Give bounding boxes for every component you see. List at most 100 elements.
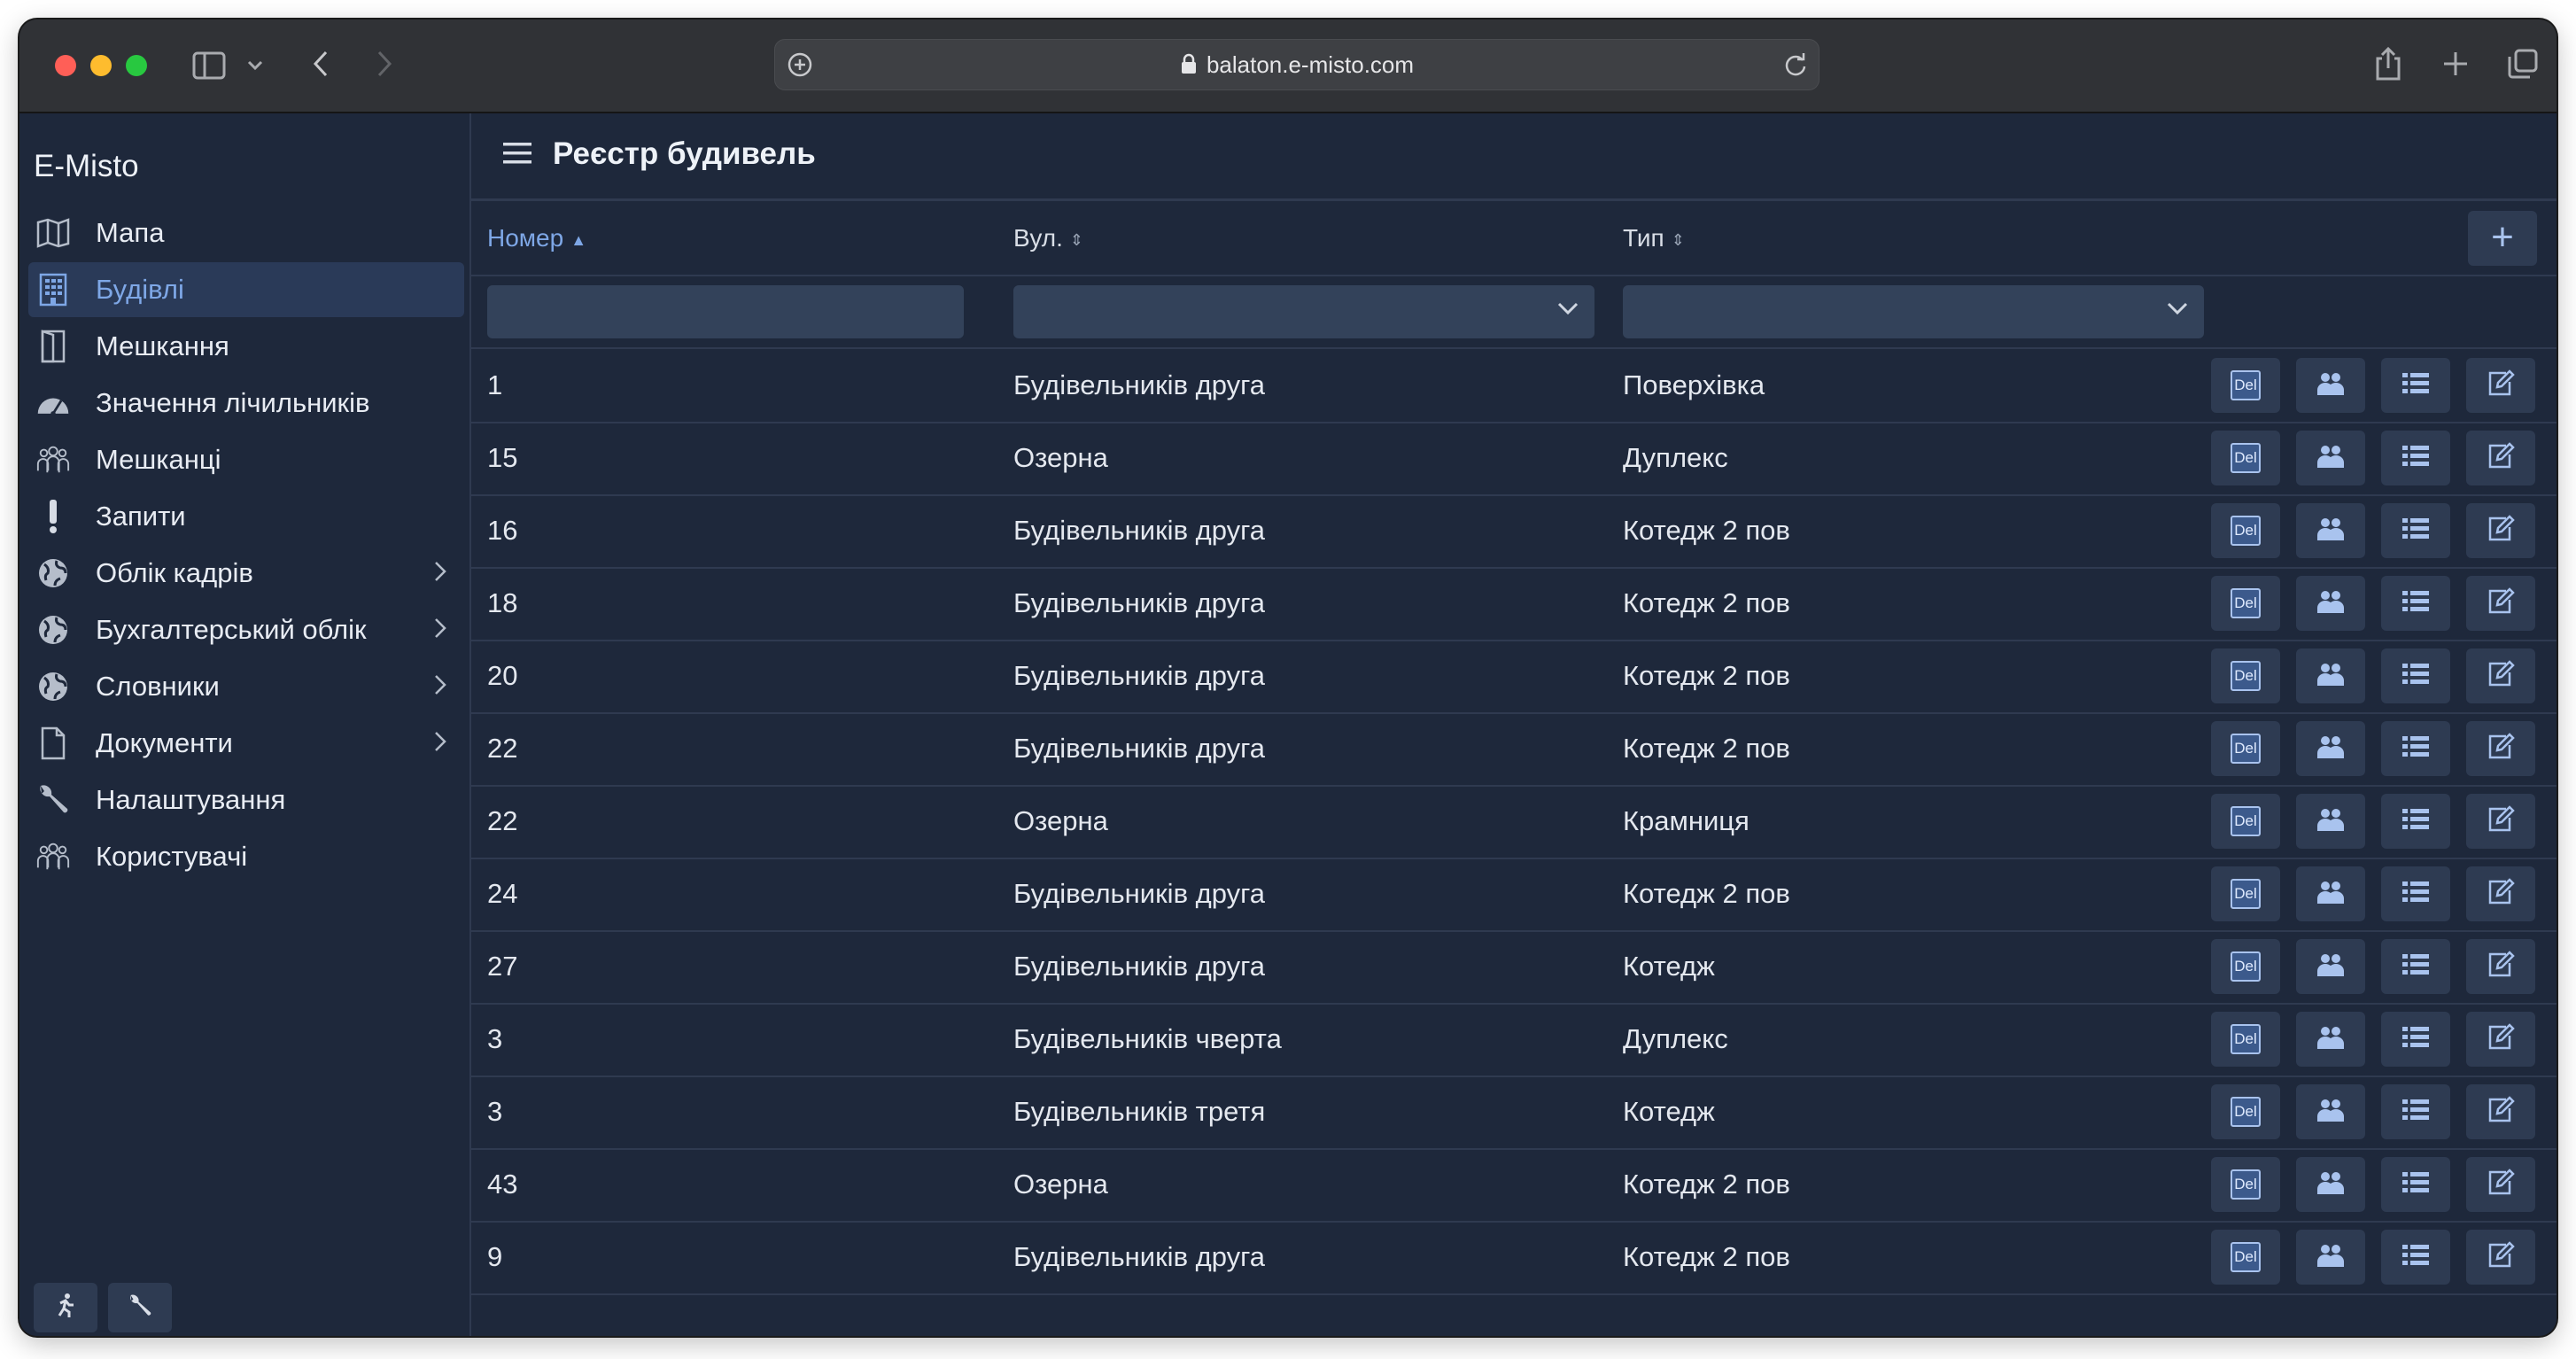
residents-button[interactable] bbox=[2296, 1084, 2365, 1139]
edit-button[interactable] bbox=[2466, 939, 2535, 994]
residents-button[interactable] bbox=[2296, 1012, 2365, 1067]
table-row[interactable]: 3 Будівельників чверта Дуплекс Del bbox=[471, 1003, 2557, 1077]
edit-button[interactable] bbox=[2466, 431, 2535, 485]
add-building-button[interactable]: + bbox=[2468, 211, 2537, 266]
new-tab-icon[interactable] bbox=[2440, 48, 2471, 80]
delete-button[interactable]: Del bbox=[2211, 1157, 2280, 1212]
table-row[interactable]: 9 Будівельників друга Котедж 2 пов Del bbox=[471, 1221, 2557, 1295]
sidebar-item-dictionaries[interactable]: Словники bbox=[28, 659, 464, 714]
sidebar-item-residents[interactable]: Мешканці bbox=[28, 432, 464, 487]
table-row[interactable]: 24 Будівельників друга Котедж 2 пов Del bbox=[471, 858, 2557, 932]
column-header-street[interactable]: Вул. ⇕ bbox=[1013, 202, 1083, 275]
app-brand[interactable]: E-Misto bbox=[34, 149, 139, 184]
details-button[interactable] bbox=[2381, 721, 2450, 776]
delete-button[interactable]: Del bbox=[2211, 1230, 2280, 1285]
close-window-button[interactable] bbox=[55, 55, 76, 76]
sidebar-item-users[interactable]: Користувачі bbox=[28, 829, 464, 884]
edit-button[interactable] bbox=[2466, 721, 2535, 776]
settings-button[interactable] bbox=[108, 1283, 172, 1332]
sidebar-item-meter-values[interactable]: Значення лічильників bbox=[28, 376, 464, 431]
edit-button[interactable] bbox=[2466, 1012, 2535, 1067]
residents-button[interactable] bbox=[2296, 503, 2365, 558]
logout-button[interactable] bbox=[34, 1283, 97, 1332]
sidebar-item-settings[interactable]: Налаштування bbox=[28, 773, 464, 827]
residents-button[interactable] bbox=[2296, 1157, 2365, 1212]
zoom-window-button[interactable] bbox=[126, 55, 147, 76]
table-row[interactable]: 22 Будівельників друга Котедж 2 пов Del bbox=[471, 712, 2557, 787]
residents-button[interactable] bbox=[2296, 1230, 2365, 1285]
details-button[interactable] bbox=[2381, 648, 2450, 703]
reload-icon[interactable] bbox=[1780, 49, 1812, 81]
details-button[interactable] bbox=[2381, 1230, 2450, 1285]
edit-button[interactable] bbox=[2466, 358, 2535, 413]
column-header-type[interactable]: Тип ⇕ bbox=[1623, 202, 1685, 275]
column-header-number[interactable]: Номер ▲ bbox=[487, 202, 586, 275]
delete-button[interactable]: Del bbox=[2211, 794, 2280, 849]
edit-button[interactable] bbox=[2466, 1084, 2535, 1139]
details-button[interactable] bbox=[2381, 503, 2450, 558]
sidebar-item-requests[interactable]: Запити bbox=[28, 489, 464, 544]
edit-button[interactable] bbox=[2466, 794, 2535, 849]
sidebar-item-apartments[interactable]: Мешкання bbox=[28, 319, 464, 374]
residents-button[interactable] bbox=[2296, 431, 2365, 485]
residents-button[interactable] bbox=[2296, 648, 2365, 703]
table-row[interactable]: 1 Будівельників друга Поверхівка Del bbox=[471, 349, 2557, 423]
tab-overview-icon[interactable] bbox=[2505, 46, 2541, 82]
edit-button[interactable] bbox=[2466, 503, 2535, 558]
residents-button[interactable] bbox=[2296, 794, 2365, 849]
details-button[interactable] bbox=[2381, 1084, 2450, 1139]
delete-button[interactable]: Del bbox=[2211, 866, 2280, 921]
share-icon[interactable] bbox=[2370, 43, 2406, 85]
details-button[interactable] bbox=[2381, 1157, 2450, 1212]
edit-button[interactable] bbox=[2466, 1230, 2535, 1285]
sidebar-item-buildings[interactable]: Будівлі bbox=[28, 262, 464, 317]
table-row[interactable]: 27 Будівельників друга Котедж Del bbox=[471, 930, 2557, 1005]
edit-button[interactable] bbox=[2466, 866, 2535, 921]
residents-button[interactable] bbox=[2296, 576, 2365, 631]
table-row[interactable]: 3 Будівельників третя Котедж Del bbox=[471, 1076, 2557, 1150]
edit-button[interactable] bbox=[2466, 1157, 2535, 1212]
table-row[interactable]: 22 Озерна Крамниця Del bbox=[471, 785, 2557, 859]
details-button[interactable] bbox=[2381, 358, 2450, 413]
minimize-window-button[interactable] bbox=[90, 55, 112, 76]
residents-button[interactable] bbox=[2296, 358, 2365, 413]
sidebar-item-hr[interactable]: Облік кадрів bbox=[28, 546, 464, 601]
number-filter-input[interactable] bbox=[487, 285, 964, 338]
edit-button[interactable] bbox=[2466, 648, 2535, 703]
delete-button[interactable]: Del bbox=[2211, 939, 2280, 994]
details-button[interactable] bbox=[2381, 1012, 2450, 1067]
sidebar-item-map[interactable]: Мапа bbox=[28, 206, 464, 260]
address-bar[interactable]: balaton.e-misto.com bbox=[774, 39, 1819, 90]
edit-button[interactable] bbox=[2466, 576, 2535, 631]
delete-button[interactable]: Del bbox=[2211, 648, 2280, 703]
details-button[interactable] bbox=[2381, 431, 2450, 485]
sidebar-toggle-icon[interactable] bbox=[190, 48, 229, 83]
details-button[interactable] bbox=[2381, 866, 2450, 921]
table-row[interactable]: 15 Озерна Дуплекс Del bbox=[471, 422, 2557, 496]
table-row[interactable]: 18 Будівельників друга Котедж 2 пов Del bbox=[471, 567, 2557, 641]
delete-button[interactable]: Del bbox=[2211, 1012, 2280, 1067]
chevron-down-icon[interactable] bbox=[244, 51, 266, 80]
street-filter-select[interactable] bbox=[1013, 285, 1594, 338]
details-button[interactable] bbox=[2381, 576, 2450, 631]
residents-button[interactable] bbox=[2296, 939, 2365, 994]
delete-button[interactable]: Del bbox=[2211, 576, 2280, 631]
details-button[interactable] bbox=[2381, 939, 2450, 994]
menu-icon[interactable] bbox=[501, 140, 533, 172]
residents-button[interactable] bbox=[2296, 721, 2365, 776]
back-icon[interactable] bbox=[305, 46, 337, 82]
delete-button[interactable]: Del bbox=[2211, 358, 2280, 413]
delete-button[interactable]: Del bbox=[2211, 1084, 2280, 1139]
table-row[interactable]: 16 Будівельників друга Котедж 2 пов Del bbox=[471, 494, 2557, 569]
delete-button[interactable]: Del bbox=[2211, 721, 2280, 776]
delete-button[interactable]: Del bbox=[2211, 431, 2280, 485]
sidebar-item-accounting[interactable]: Бухгалтерський облік bbox=[28, 602, 464, 657]
forward-icon[interactable] bbox=[369, 46, 400, 82]
table-row[interactable]: 20 Будівельників друга Котедж 2 пов Del bbox=[471, 640, 2557, 714]
type-filter-select[interactable] bbox=[1623, 285, 2204, 338]
sidebar-item-documents[interactable]: Документи bbox=[28, 716, 464, 771]
residents-button[interactable] bbox=[2296, 866, 2365, 921]
table-row[interactable]: 43 Озерна Котедж 2 пов Del bbox=[471, 1148, 2557, 1223]
details-button[interactable] bbox=[2381, 794, 2450, 849]
delete-button[interactable]: Del bbox=[2211, 503, 2280, 558]
